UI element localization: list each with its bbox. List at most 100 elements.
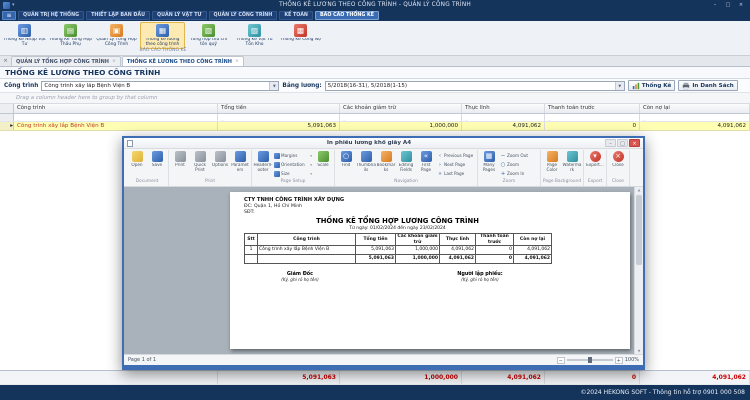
project-combobox[interactable]: Công trình xây lắp Bệnh Viện B ▼ <box>41 81 279 91</box>
toolbar-button[interactable]: Save <box>147 150 167 168</box>
filter-funnel-icon[interactable] <box>643 120 646 121</box>
preview-vertical-scrollbar[interactable]: ▲ ▼ <box>634 187 643 354</box>
filter-funnel-icon[interactable] <box>343 120 346 121</box>
filter-funnel-icon[interactable] <box>17 120 20 121</box>
grid-cell[interactable]: 4,091,062 <box>462 122 545 130</box>
toolbar-button[interactable]: Editing Fields <box>396 150 416 172</box>
zoom-in-button[interactable]: + <box>615 357 623 364</box>
maximize-button[interactable]: □ <box>722 1 734 9</box>
grid-filter-cell[interactable] <box>218 114 340 121</box>
close-button[interactable]: × <box>735 1 747 9</box>
toolbar-button[interactable]: Header/Footer <box>253 150 273 172</box>
toolbar-menu-item[interactable]: ○ Zoom <box>499 160 539 169</box>
toolbar-menu-item[interactable]: » Last Page <box>436 169 476 178</box>
grid-header-cell[interactable]: Các khoản giảm trừ <box>340 104 462 113</box>
toolbar-button[interactable]: ○ Find <box>336 150 356 172</box>
zoom-out-button[interactable]: − <box>557 357 565 364</box>
close-tab-icon[interactable] <box>235 59 239 64</box>
preview-titlebar[interactable]: In phiếu lương khổ giấy A4 – □ × <box>124 138 643 149</box>
toolbar-menu-item[interactable]: ‹ Previous Page <box>436 151 476 160</box>
grid-cell[interactable]: 1,000,000 <box>340 122 462 130</box>
scroll-up-icon[interactable]: ▲ <box>635 187 643 193</box>
preview-canvas[interactable]: CTY TNHH CÔNG TRÌNH XÂY DỰNG ĐC: Quận 1,… <box>124 187 643 354</box>
toolbar-button[interactable]: Quick Print <box>190 150 210 172</box>
toolbar-button[interactable]: × Close <box>608 150 628 168</box>
print-list-button[interactable]: In Danh Sách <box>678 80 737 91</box>
grid-header-cell[interactable]: Tổng tiền <box>218 104 340 113</box>
toolbar-button[interactable]: Parameters <box>230 150 250 172</box>
grid-header-cell[interactable]: Công trình <box>14 104 218 113</box>
toolbar-button[interactable]: Watermark <box>562 150 582 172</box>
minimize-button[interactable]: – <box>709 1 721 9</box>
grid-cell[interactable]: 0 <box>545 122 640 130</box>
window-titlebar: ▾ THỐNG KÊ LƯƠNG THEO CÔNG TRÌNH - QUẢN … <box>0 0 750 10</box>
ribbon-tab[interactable]: THIẾT LẬP BAN ĐẦU <box>86 11 150 20</box>
toolbar-button[interactable]: Print <box>170 150 190 168</box>
ribbon-button[interactable]: ▥ Thống Kê Nhập Vật Tư <box>2 22 47 49</box>
toolbar-button[interactable]: « First Page <box>416 150 436 172</box>
debt-report-icon: ▩ <box>294 24 307 37</box>
grid-filter-cell[interactable] <box>340 114 462 121</box>
ribbon-button[interactable]: ▣ Quản Lý Tổng Hợp Công Trình <box>94 22 139 49</box>
ribbon-tab[interactable]: QUẢN TRỊ HỆ THỐNG <box>18 11 84 20</box>
grid-filter-cell[interactable] <box>545 114 640 121</box>
zoom-slider[interactable] <box>567 359 613 361</box>
grid-cell[interactable]: 5,091,063 <box>218 122 340 130</box>
ribbon-tab[interactable]: QUẢN LÝ VẬT TƯ <box>152 11 206 20</box>
grid-header-cell[interactable]: Còn nợ lại <box>640 104 750 113</box>
toolbar-menu-item[interactable]: − Zoom Out <box>499 151 539 160</box>
payroll-combobox[interactable]: 5/2018(16-31), 5/2018(1-15) ▼ <box>325 81 625 91</box>
zoom-slider-thumb[interactable] <box>588 357 592 363</box>
grid-group-panel[interactable]: Drag a column header here to group by th… <box>0 93 750 104</box>
grid-filter-cell[interactable] <box>640 114 750 121</box>
toolbar-button[interactable]: ▦ Many Pages <box>479 150 499 172</box>
grid-data-row[interactable]: Công trình xây lắp Bệnh Viện B5,091,0631… <box>0 122 750 131</box>
toolbar-menu-item[interactable]: Orientation ▾ <box>273 160 313 169</box>
scroll-down-icon[interactable]: ▼ <box>635 348 643 354</box>
ribbon-button[interactable]: ▦ Thống kê lương theo công trình <box>140 22 185 49</box>
filter-funnel-icon[interactable] <box>548 120 551 121</box>
ribbon-tab[interactable]: BÁO CÁO THỐNG KÊ <box>315 11 379 20</box>
chevron-down-icon[interactable]: ▼ <box>269 82 278 90</box>
toolbar-menu-item[interactable]: Size ▾ <box>273 169 313 178</box>
toolbar-button[interactable]: Page Color <box>542 150 562 172</box>
app-menu-button[interactable]: ≡ <box>2 11 16 20</box>
toolbar-menu-item[interactable]: + Zoom In <box>499 169 539 178</box>
toolbar-button[interactable]: Scale <box>313 150 333 168</box>
preview-maximize-button[interactable]: □ <box>617 139 628 147</box>
document-tab[interactable]: THỐNG KÊ LƯƠNG THEO CÔNG TRÌNH <box>122 56 244 66</box>
grid-header-cell[interactable]: Thanh toán trước <box>545 104 640 113</box>
ribbon-button[interactable]: ▩ Thống Kê Công Nợ <box>278 22 323 49</box>
chevron-down-icon[interactable]: ▼ <box>615 82 624 90</box>
scrollbar-thumb[interactable] <box>636 195 642 265</box>
close-tab-icon[interactable] <box>112 59 116 64</box>
grid-filter-cell[interactable] <box>14 114 218 121</box>
toolbar-button[interactable]: Open <box>127 150 147 168</box>
toolbar-button[interactable]: Options <box>210 150 230 168</box>
ribbon-button[interactable]: ▨ Thống Kê Vật Tư Tồn Kho <box>232 22 277 49</box>
ribbon-tab[interactable]: KẾ TOÁN <box>279 11 313 20</box>
preview-minimize-button[interactable]: – <box>605 139 616 147</box>
grid-footer-total: 5,091,063 <box>218 371 340 384</box>
filter-funnel-icon[interactable] <box>465 120 468 121</box>
statistics-button[interactable]: Thống Kê <box>628 80 676 91</box>
grid-header-cell[interactable]: Thực lĩnh <box>462 104 545 113</box>
filter-funnel-icon[interactable] <box>221 120 224 121</box>
document-tab[interactable]: QUẢN LÝ TỔNG HỢP CÔNG TRÌNH <box>11 56 121 66</box>
grid-cell[interactable]: 4,091,062 <box>640 122 750 130</box>
toolbar-menu-item[interactable]: Margins ▾ <box>273 151 313 160</box>
editing-fields-icon <box>401 151 412 162</box>
toolbar-menu-item[interactable]: › Next Page <box>436 160 476 169</box>
toolbar-button[interactable]: Bookmarks <box>376 150 396 172</box>
close-tab-icon[interactable] <box>1 57 10 66</box>
report-header-cell: Tổng tiền <box>356 234 396 246</box>
application-window: ▾ THỐNG KÊ LƯƠNG THEO CÔNG TRÌNH - QUẢN … <box>0 0 750 400</box>
toolbar-button[interactable]: ▾ Export... <box>585 150 605 168</box>
grid-cell[interactable]: Công trình xây lắp Bệnh Viện B <box>14 122 218 130</box>
ribbon-button[interactable]: ▧ Tổng hợp thu chi tồn quỹ <box>186 22 231 49</box>
preview-close-button[interactable]: × <box>629 139 640 147</box>
grid-filter-cell[interactable] <box>462 114 545 121</box>
ribbon-tab[interactable]: QUẢN LÝ CÔNG TRÌNH <box>209 11 278 20</box>
ribbon-button[interactable]: ▤ Thống Kê Tổng Hợp Thầu Phụ <box>48 22 93 49</box>
toolbar-button[interactable]: Thumbnails <box>356 150 376 172</box>
